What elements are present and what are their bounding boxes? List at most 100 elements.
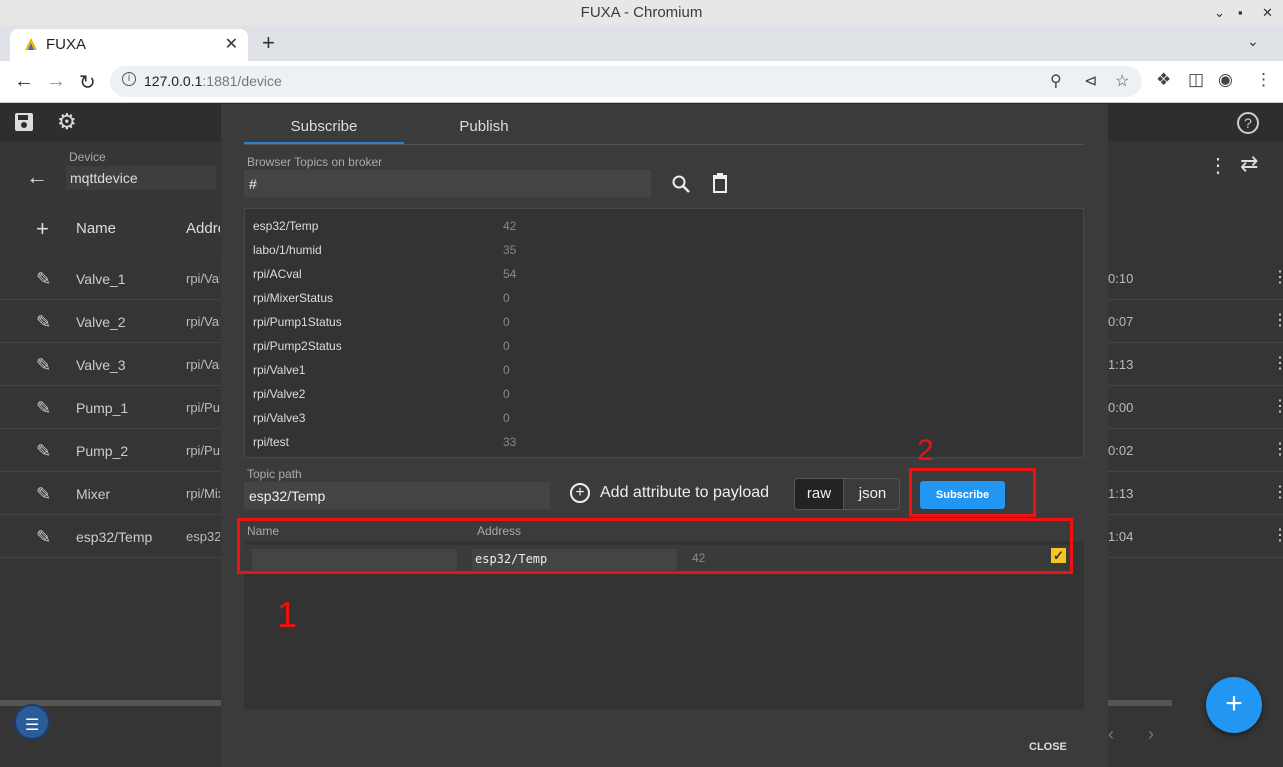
row-menu-icon[interactable]: ⋮: [1272, 267, 1283, 287]
list-item[interactable]: rpi/MixerStatus 0: [253, 291, 510, 315]
topic-path-input[interactable]: esp32/Temp: [244, 482, 550, 509]
row-address: rpi/Valve2: [186, 314, 220, 329]
edit-icon[interactable]: ✎: [36, 355, 51, 376]
list-item[interactable]: rpi/Pump1Status 0: [253, 315, 510, 339]
row-time: 1:13: [1108, 486, 1134, 501]
topic-value: 0: [503, 411, 510, 425]
tab-search-icon[interactable]: ⌄: [1247, 33, 1259, 50]
new-tab-icon[interactable]: +: [262, 30, 275, 56]
url-input[interactable]: i 127.0.0.1:1881/device ⚲ ⊲ ☆: [110, 66, 1142, 97]
extensions-icon[interactable]: ❖: [1156, 70, 1171, 90]
list-item[interactable]: esp32/Temp 42: [253, 219, 516, 243]
profile-icon[interactable]: ◉: [1218, 70, 1233, 90]
edit-icon[interactable]: ✎: [36, 527, 51, 548]
window-title-bar: FUXA - Chromium ⌄ ▪ ✕: [0, 0, 1283, 25]
topic-name: rpi/ACval: [253, 267, 302, 281]
more-vert-icon[interactable]: ⋮: [1208, 153, 1228, 178]
row-name: Valve_1: [76, 271, 126, 287]
annotation-box-2: [909, 468, 1036, 517]
chevron-down-icon[interactable]: ⌄: [1214, 0, 1225, 25]
topic-name: esp32/Temp: [253, 219, 319, 233]
device-select[interactable]: mqttdevice: [66, 166, 216, 190]
search-icon[interactable]: [671, 174, 691, 194]
close-window-icon[interactable]: ✕: [1262, 0, 1273, 25]
browser-tab[interactable]: FUXA ✕: [10, 29, 248, 61]
list-item[interactable]: rpi/Valve3 0: [253, 411, 510, 435]
minimize-icon[interactable]: ▪: [1238, 0, 1243, 25]
key-icon[interactable]: ⚲: [1050, 71, 1062, 91]
back-icon[interactable]: ←: [14, 70, 34, 93]
row-time: 0:10: [1108, 271, 1134, 286]
topic-value: 0: [503, 339, 510, 353]
tab-title: FUXA: [46, 36, 87, 53]
row-name: Pump_2: [76, 443, 129, 459]
row-name: Pump_1: [76, 400, 129, 416]
row-time: 0:02: [1108, 443, 1134, 458]
row-name: esp32/Temp: [76, 529, 153, 545]
url-text: 127.0.0.1:1881/device: [144, 73, 282, 89]
row-address: rpi/Valve3: [186, 357, 220, 372]
site-info-icon[interactable]: i: [122, 72, 136, 86]
topic-list: esp32/Temp 42 labo/1/humid 35 rpi/ACval 54 …: [244, 208, 1084, 458]
list-item[interactable]: rpi/Valve2 0: [253, 387, 510, 411]
prev-page-icon[interactable]: ‹: [1108, 724, 1114, 745]
format-raw-button[interactable]: raw: [795, 479, 844, 509]
device-label: Device: [69, 150, 106, 164]
add-attribute-button[interactable]: + Add attribute to payload: [570, 483, 769, 503]
topic-value: 0: [503, 291, 510, 305]
edit-icon[interactable]: ✎: [36, 312, 51, 333]
row-name: Valve_2: [76, 314, 126, 330]
add-circle-icon: +: [570, 483, 590, 503]
gear-icon[interactable]: ⚙: [57, 109, 77, 135]
row-menu-icon[interactable]: ⋮: [1272, 482, 1283, 502]
format-toggle: raw json: [794, 478, 900, 510]
edit-icon[interactable]: ✎: [36, 269, 51, 290]
help-icon[interactable]: ?: [1237, 112, 1259, 134]
topic-name: rpi/Pump2Status: [253, 339, 342, 353]
save-icon[interactable]: [14, 112, 34, 132]
forward-icon[interactable]: →: [46, 70, 66, 93]
main-menu-button[interactable]: ☰: [14, 704, 50, 740]
list-item[interactable]: rpi/Pump2Status 0: [253, 339, 510, 363]
topic-name: rpi/test: [253, 435, 290, 449]
reload-icon[interactable]: ↻: [79, 70, 96, 95]
row-name: Valve_3: [76, 357, 126, 373]
add-attribute-label: Add attribute to payload: [600, 484, 770, 502]
next-page-icon[interactable]: ›: [1148, 724, 1154, 745]
share-icon[interactable]: ⊲: [1084, 71, 1097, 91]
topic-value: 0: [503, 387, 510, 401]
row-time: 0:00: [1108, 400, 1134, 415]
refresh-icon[interactable]: ⇄: [1240, 151, 1258, 177]
format-json-button[interactable]: json: [845, 479, 899, 509]
topic-value: 33: [503, 435, 517, 449]
topic-name: rpi/Valve1: [253, 363, 306, 377]
close-button[interactable]: CLOSE: [1029, 741, 1067, 753]
side-panel-icon[interactable]: ◫: [1188, 70, 1204, 90]
list-item[interactable]: rpi/Valve1 0: [253, 363, 510, 387]
list-item[interactable]: labo/1/humid 35: [253, 243, 516, 267]
tab-publish[interactable]: Publish: [404, 104, 564, 144]
fuxa-logo-icon: [25, 38, 37, 50]
close-tab-icon[interactable]: ✕: [225, 34, 238, 54]
tab-subscribe[interactable]: Subscribe: [244, 104, 404, 144]
delete-icon[interactable]: [712, 173, 728, 193]
back-arrow-icon[interactable]: ←: [26, 164, 48, 190]
row-address: rpi/MixerStatus: [186, 486, 220, 501]
browser-menu-icon[interactable]: ⋮: [1255, 70, 1272, 90]
row-address: esp32/Temp: [186, 529, 220, 544]
add-fab-button[interactable]: +: [1206, 677, 1262, 733]
edit-icon[interactable]: ✎: [36, 441, 51, 462]
row-menu-icon[interactable]: ⋮: [1272, 353, 1283, 373]
list-item[interactable]: rpi/test 33: [253, 435, 516, 459]
edit-icon[interactable]: ✎: [36, 398, 51, 419]
list-item[interactable]: rpi/ACval 54: [253, 267, 516, 291]
row-menu-icon[interactable]: ⋮: [1272, 439, 1283, 459]
row-menu-icon[interactable]: ⋮: [1272, 396, 1283, 416]
bookmark-star-icon[interactable]: ☆: [1115, 71, 1129, 91]
edit-icon[interactable]: ✎: [36, 484, 51, 505]
row-menu-icon[interactable]: ⋮: [1272, 525, 1283, 545]
row-name: Mixer: [76, 486, 111, 502]
row-menu-icon[interactable]: ⋮: [1272, 310, 1283, 330]
browse-topic-input[interactable]: #: [244, 170, 651, 197]
add-tag-icon[interactable]: +: [36, 216, 49, 242]
